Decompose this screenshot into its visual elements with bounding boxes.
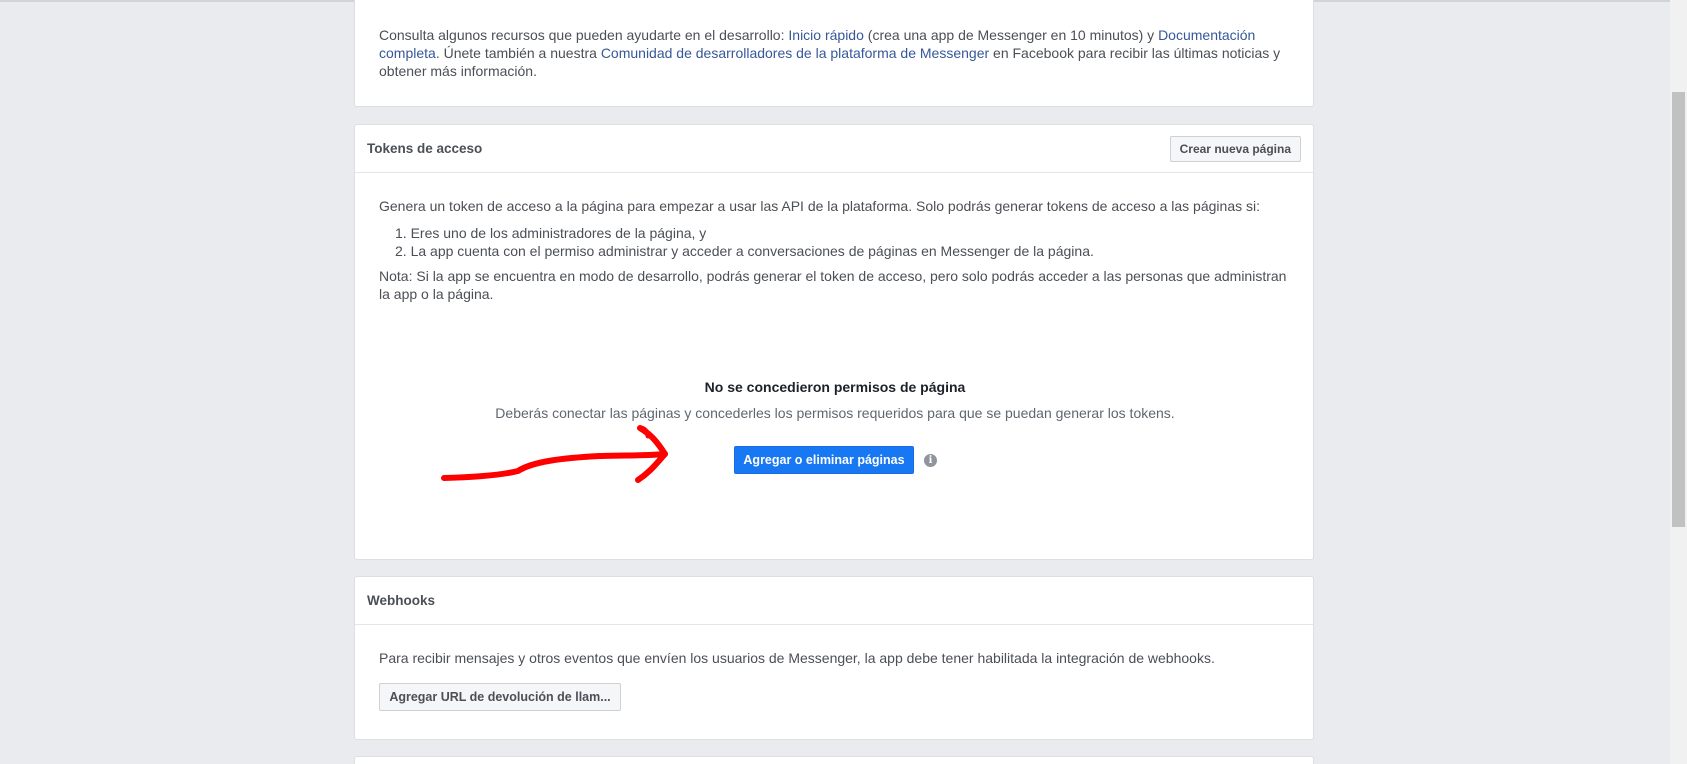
- access-tokens-title: Tokens de acceso: [367, 141, 483, 156]
- create-page-button[interactable]: Crear nueva página: [1169, 135, 1301, 162]
- access-tokens-intro: Genera un token de acceso a la página pa…: [379, 198, 1260, 214]
- add-callback-url-button[interactable]: Agregar URL de devolución de llam...: [379, 683, 621, 711]
- vertical-scrollbar[interactable]: [1670, 0, 1687, 764]
- development-note: Nota: Si la app se encuentra en modo de …: [379, 268, 1287, 302]
- action-row: Agregar o eliminar páginas i: [734, 446, 937, 474]
- red-arrow-annotation-icon: [441, 425, 668, 483]
- community-link[interactable]: Comunidad de desarrolladores de la plata…: [601, 45, 989, 61]
- empty-state-description: Deberás conectar las páginas y concederl…: [495, 405, 1175, 421]
- resources-mid2: . Únete también a nuestra: [435, 45, 601, 61]
- webhooks-title: Webhooks: [367, 593, 436, 608]
- resources-mid1: (crea una app de Messenger en 10 minutos…: [863, 27, 1159, 43]
- empty-state: No se concedieron permisos de página Deb…: [355, 379, 1315, 421]
- conditions-list: 1. Eres uno de los administradores de la…: [395, 224, 1291, 260]
- access-tokens-header: Tokens de acceso Crear nueva página: [355, 125, 1313, 173]
- webhooks-panel: Webhooks Para recibir mensajes y otros e…: [354, 576, 1314, 740]
- scrollbar-thumb[interactable]: [1672, 92, 1685, 527]
- resources-panel: Consulta algunos recursos que pueden ayu…: [354, 0, 1314, 107]
- resources-text: Consulta algunos recursos que pueden ayu…: [379, 26, 1299, 80]
- add-remove-pages-button[interactable]: Agregar o eliminar páginas: [734, 446, 914, 474]
- next-panel: [354, 756, 1314, 764]
- access-tokens-body: Genera un token de acceso a la página pa…: [379, 197, 1291, 303]
- info-icon[interactable]: i: [924, 453, 937, 467]
- condition-item: 1. Eres uno de los administradores de la…: [395, 225, 707, 241]
- quickstart-link[interactable]: Inicio rápido: [788, 27, 864, 43]
- webhooks-body: Para recibir mensajes y otros eventos qu…: [379, 649, 1291, 711]
- webhooks-header: Webhooks: [355, 577, 1313, 625]
- resources-prefix: Consulta algunos recursos que pueden ayu…: [379, 27, 789, 43]
- access-tokens-panel: Tokens de acceso Crear nueva página Gene…: [354, 124, 1314, 560]
- webhooks-description: Para recibir mensajes y otros eventos qu…: [379, 650, 1215, 666]
- condition-item: 2. La app cuenta con el permiso administ…: [395, 243, 1094, 259]
- empty-state-title: No se concedieron permisos de página: [704, 379, 966, 395]
